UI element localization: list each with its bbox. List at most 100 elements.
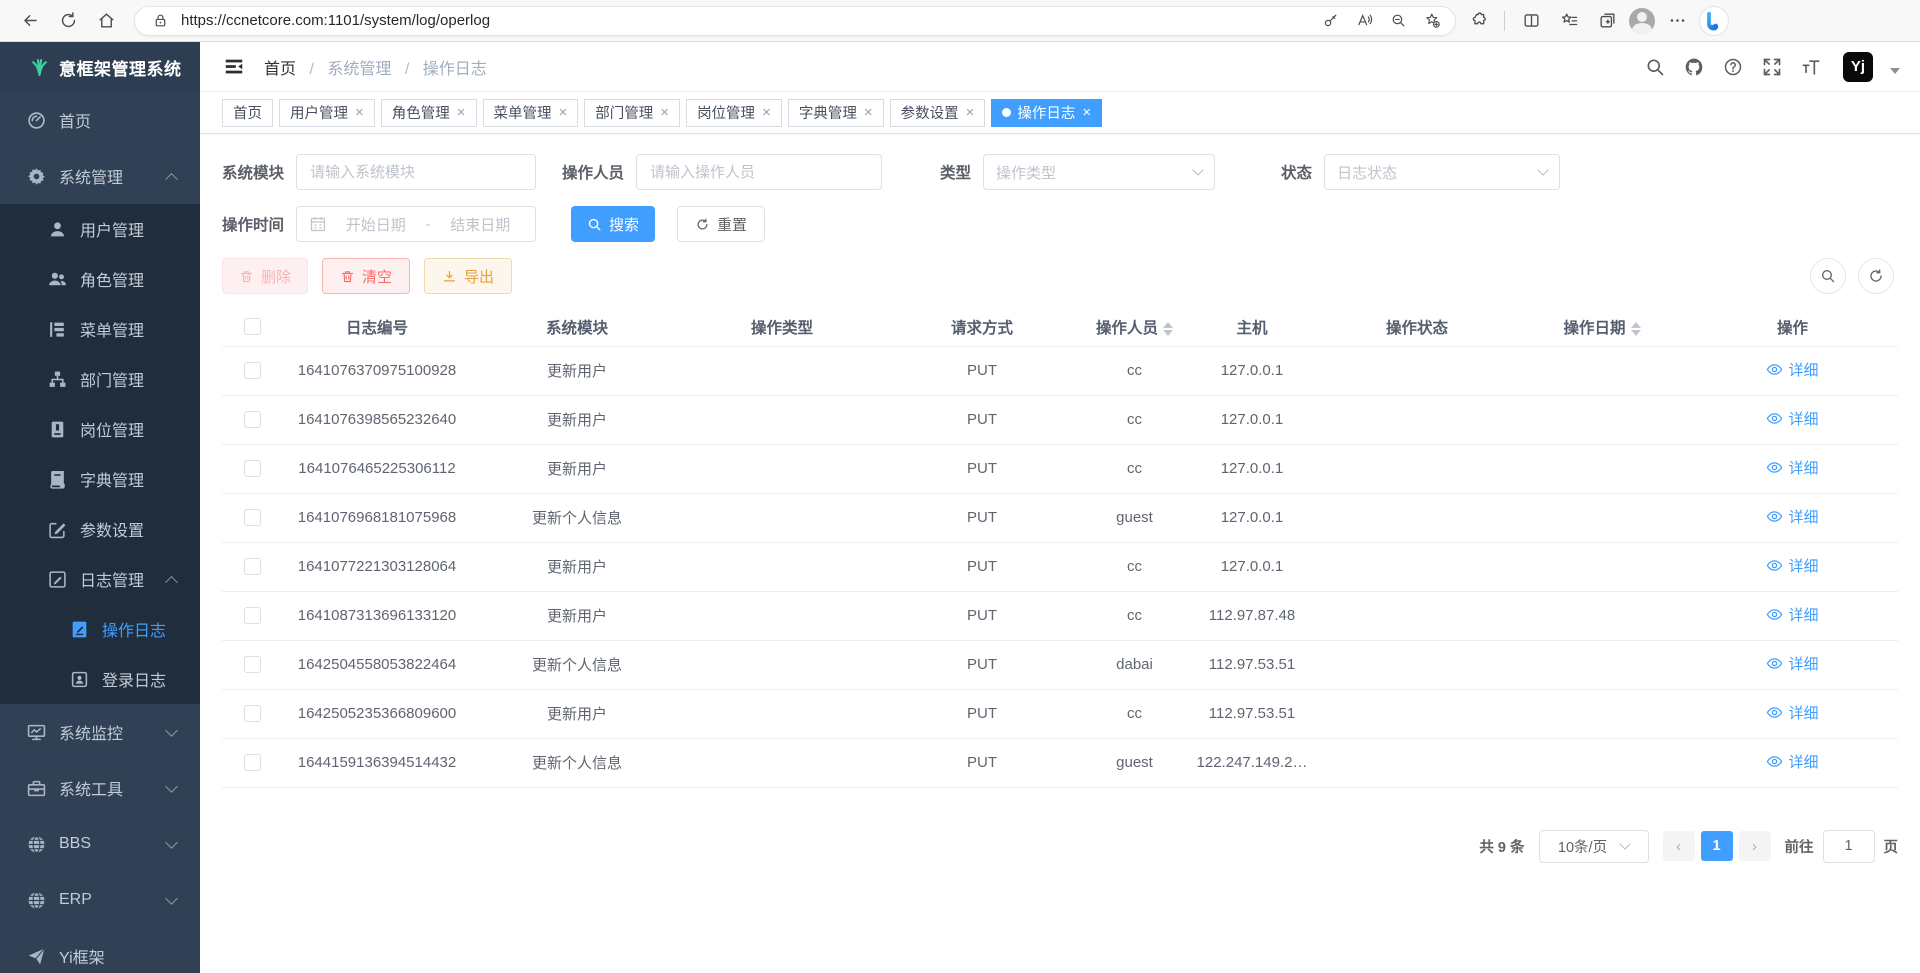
tab-item[interactable]: 参数设置× — [890, 99, 986, 127]
detail-link[interactable]: 详细 — [1766, 408, 1818, 429]
sidebar-item-yi-framework[interactable]: Yi框架 — [0, 928, 200, 973]
collections-icon[interactable] — [1591, 5, 1623, 37]
header-search-icon[interactable] — [1644, 56, 1666, 78]
browser-profile-avatar[interactable] — [1629, 8, 1655, 34]
detail-link[interactable]: 详细 — [1766, 702, 1818, 723]
row-checkbox[interactable] — [244, 705, 261, 722]
next-page-button[interactable]: › — [1739, 831, 1771, 861]
tab-item[interactable]: 操作日志× — [991, 99, 1102, 127]
fullscreen-icon[interactable] — [1761, 56, 1783, 78]
avatar-caret-down-icon[interactable] — [1890, 68, 1900, 74]
sort-carets-icon[interactable] — [1631, 322, 1641, 336]
browser-home-icon[interactable] — [90, 5, 122, 37]
row-checkbox[interactable] — [244, 607, 261, 624]
tab-close-icon[interactable]: × — [457, 104, 466, 121]
sidebar-item-department-management[interactable]: 部门管理 — [0, 354, 200, 404]
help-icon[interactable] — [1722, 56, 1744, 78]
detail-link[interactable]: 详细 — [1766, 653, 1818, 674]
sidebar-item-home[interactable]: 首页 — [0, 92, 200, 148]
split-screen-icon[interactable] — [1515, 5, 1547, 37]
row-checkbox[interactable] — [244, 362, 261, 379]
operator-input[interactable] — [650, 164, 868, 181]
breadcrumb-home[interactable]: 首页 — [264, 61, 296, 78]
refresh-table-icon[interactable] — [1858, 258, 1894, 294]
clear-button[interactable]: 清空 — [322, 258, 410, 294]
search-button[interactable]: 搜索 — [571, 206, 655, 242]
tab-item[interactable]: 字典管理× — [788, 99, 884, 127]
sidebar-item-system-tools[interactable]: 系统工具 — [0, 760, 200, 816]
sidebar-item-user-management[interactable]: 用户管理 — [0, 204, 200, 254]
zoom-out-icon[interactable] — [1385, 8, 1411, 34]
tab-close-icon[interactable]: × — [1082, 104, 1091, 121]
browser-refresh-icon[interactable] — [52, 5, 84, 37]
type-select[interactable]: 操作类型 — [983, 154, 1215, 190]
sidebar-item-post-management[interactable]: 岗位管理 — [0, 404, 200, 454]
github-icon[interactable] — [1683, 56, 1705, 78]
sidebar-item-operation-log[interactable]: 操作日志 — [0, 604, 200, 654]
collapse-sidebar-icon[interactable] — [222, 55, 246, 79]
delete-button[interactable]: 删除 — [222, 258, 308, 294]
page-size-select[interactable]: 10条/页 — [1539, 830, 1649, 863]
tab-item[interactable]: 角色管理× — [381, 99, 477, 127]
read-aloud-icon[interactable] — [1351, 8, 1377, 34]
sidebar-item-system-monitor[interactable]: 系统监控 — [0, 704, 200, 760]
reset-button[interactable]: 重置 — [677, 206, 765, 242]
tab-close-icon[interactable]: × — [966, 104, 975, 121]
extensions-icon[interactable] — [1462, 5, 1494, 37]
detail-link[interactable]: 详细 — [1766, 457, 1818, 478]
browser-settings-more-icon[interactable] — [1661, 5, 1693, 37]
font-size-icon[interactable] — [1800, 56, 1822, 78]
export-button[interactable]: 导出 — [424, 258, 512, 294]
sort-carets-icon[interactable] — [1163, 322, 1173, 336]
row-checkbox[interactable] — [244, 509, 261, 526]
detail-link[interactable]: 详细 — [1766, 751, 1818, 772]
start-date-placeholder[interactable]: 开始日期 — [334, 214, 418, 235]
detail-link[interactable]: 详细 — [1766, 506, 1818, 527]
row-checkbox[interactable] — [244, 460, 261, 477]
url-text[interactable]: https://ccnetcore.com:1101/system/log/op… — [181, 12, 1309, 29]
column-header[interactable]: 操作人员 — [1082, 308, 1187, 346]
breadcrumb-system[interactable]: 系统管理 — [327, 61, 391, 78]
row-checkbox[interactable] — [244, 411, 261, 428]
end-date-placeholder[interactable]: 结束日期 — [439, 214, 523, 235]
sidebar-item-log-management[interactable]: 日志管理 — [0, 554, 200, 604]
tab-close-icon[interactable]: × — [559, 104, 568, 121]
detail-link[interactable]: 详细 — [1766, 604, 1818, 625]
favorites-bar-icon[interactable] — [1553, 5, 1585, 37]
detail-link[interactable]: 详细 — [1766, 555, 1818, 576]
tab-item[interactable]: 用户管理× — [279, 99, 375, 127]
prev-page-button[interactable]: ‹ — [1663, 831, 1695, 861]
password-key-icon[interactable] — [1317, 8, 1343, 34]
select-all-checkbox[interactable] — [244, 318, 261, 335]
tab-close-icon[interactable]: × — [355, 104, 364, 121]
row-checkbox[interactable] — [244, 558, 261, 575]
sidebar-item-system-management[interactable]: 系统管理 — [0, 148, 200, 204]
tab-item[interactable]: 部门管理× — [584, 99, 680, 127]
tab-close-icon[interactable]: × — [864, 104, 873, 121]
sidebar-item-login-log[interactable]: 登录日志 — [0, 654, 200, 704]
bing-chat-icon[interactable] — [1699, 6, 1729, 36]
sidebar-item-menu-management[interactable]: 菜单管理 — [0, 304, 200, 354]
module-input[interactable] — [310, 164, 522, 181]
user-avatar[interactable]: Yj — [1843, 52, 1873, 82]
tab-close-icon[interactable]: × — [762, 104, 771, 121]
browser-back-icon[interactable] — [14, 5, 46, 37]
show-search-toggle-icon[interactable] — [1810, 258, 1846, 294]
date-range-picker[interactable]: 开始日期 - 结束日期 — [296, 206, 536, 242]
add-favorite-icon[interactable] — [1419, 8, 1445, 34]
column-header[interactable]: 操作日期 — [1517, 308, 1687, 346]
tab-item[interactable]: 岗位管理× — [686, 99, 782, 127]
tab-item[interactable]: 首页 — [222, 99, 273, 127]
row-checkbox[interactable] — [244, 754, 261, 771]
goto-page-input[interactable] — [1823, 830, 1875, 863]
address-bar[interactable]: https://ccnetcore.com:1101/system/log/op… — [134, 6, 1456, 36]
status-select[interactable]: 日志状态 — [1324, 154, 1560, 190]
sidebar-item-param-settings[interactable]: 参数设置 — [0, 504, 200, 554]
sidebar-item-dict-management[interactable]: 字典管理 — [0, 454, 200, 504]
sidebar-item-bbs[interactable]: BBS — [0, 816, 200, 872]
tab-item[interactable]: 菜单管理× — [483, 99, 579, 127]
sidebar-item-erp[interactable]: ERP — [0, 872, 200, 928]
row-checkbox[interactable] — [244, 656, 261, 673]
tab-close-icon[interactable]: × — [660, 104, 669, 121]
sidebar-item-role-management[interactable]: 角色管理 — [0, 254, 200, 304]
